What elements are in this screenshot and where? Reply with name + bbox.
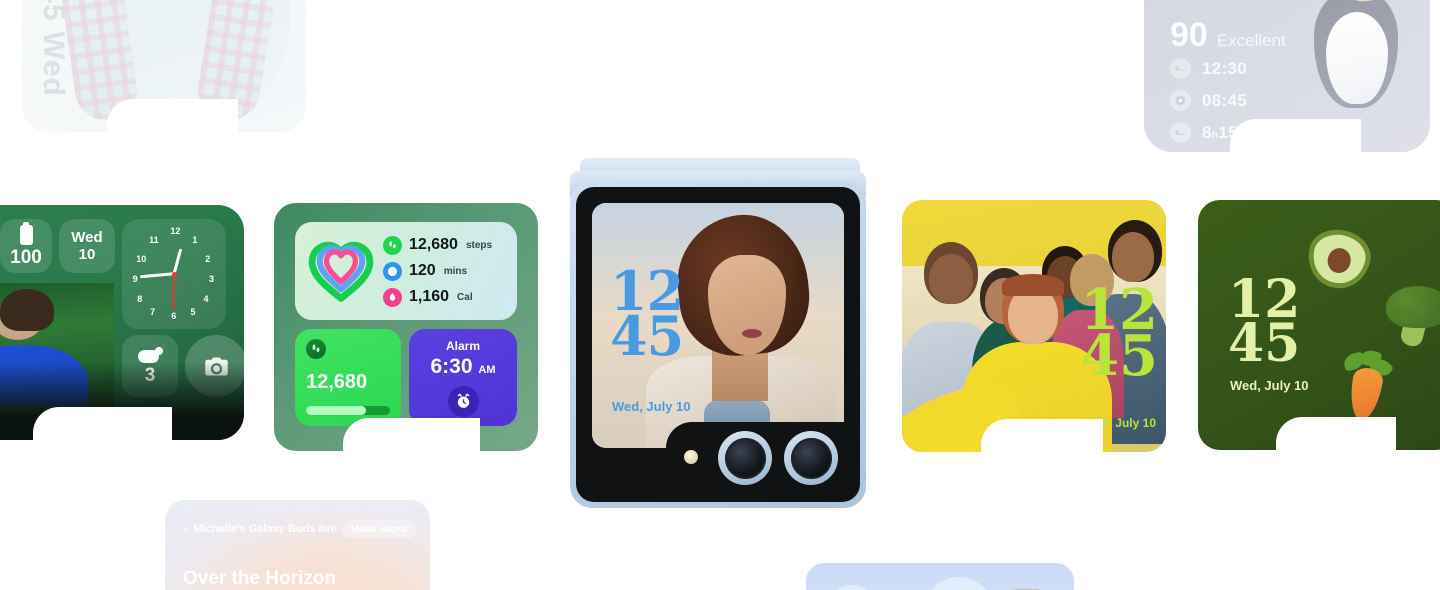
card-notch <box>342 418 480 451</box>
screenshot-stage: 12:45 Wed 90 Excellent 12:30 08:45 8h15 … <box>0 0 1440 590</box>
camera-module <box>666 422 852 494</box>
calories-unit: Cal <box>457 291 473 303</box>
steps-progress-bar <box>306 406 390 415</box>
carrot-icon <box>1332 346 1399 425</box>
veggie-clock: 12 45 <box>1228 274 1301 374</box>
steps-tile[interactable]: 12,680 <box>295 329 401 426</box>
group-selfie-card[interactable]: 12 45 Wed, July 10 <box>902 200 1166 452</box>
clock-minute-hand <box>140 272 175 279</box>
sleep-wakeup-value: 08:45 <box>1202 90 1247 110</box>
alarm-tile[interactable]: Alarm 6:30 AM <box>409 329 517 426</box>
analog-clock-tile[interactable]: 12 1 2 3 4 5 6 7 8 9 10 11 <box>122 219 226 329</box>
clock-hour-hand <box>172 248 183 275</box>
clock-second-hand <box>173 274 175 310</box>
sleep-score-value: 90 <box>1170 16 1208 54</box>
battery-value: 100 <box>10 246 42 268</box>
veggie-date: Wed, July 10 <box>1230 378 1309 393</box>
veggie-clock-minute: 45 <box>1228 312 1301 374</box>
green-dashboard-widget[interactable]: 100 Wed 10 12 1 2 3 4 5 6 7 8 9 10 11 <box>0 205 244 440</box>
penguin-illustration <box>1300 0 1412 120</box>
heart-rings-icon <box>303 233 379 309</box>
battery-tile[interactable]: 100 <box>0 219 52 273</box>
date-day: Wed <box>71 228 103 246</box>
camera-lens-2 <box>784 431 838 485</box>
bottom-preview-card[interactable] <box>806 563 1074 590</box>
alarm-clock-icon[interactable] <box>447 386 479 417</box>
selfie-clock-minute: 45 <box>1080 322 1158 389</box>
partly-cloudy-icon <box>137 346 163 363</box>
sleep-score-widget[interactable]: 90 Excellent 12:30 08:45 8h15m <box>1144 0 1430 152</box>
flash-led <box>684 450 698 464</box>
stat-calories: 1,160 Cal <box>383 287 492 307</box>
health-widget[interactable]: 12,680 steps 120 mins 1,160 Cal 12,680 A… <box>274 203 538 451</box>
sleep-score-row: 90 Excellent <box>1170 16 1286 55</box>
card-notch <box>1276 417 1396 450</box>
minutes-unit: mins <box>443 265 468 277</box>
stat-minutes: 120 mins <box>383 261 492 281</box>
phone-cover-panel: 12 45 Wed, July 10 <box>576 187 860 502</box>
battery-icon <box>19 221 33 245</box>
media-output-button[interactable]: Media output <box>342 520 416 538</box>
analog-clock: 12 1 2 3 4 5 6 7 8 9 10 11 <box>132 226 214 322</box>
card-notch <box>981 419 1103 452</box>
card-notch <box>1229 119 1362 152</box>
sleep-bedtime-value: 12:30 <box>1202 58 1247 78</box>
health-stats-list: 12,680 steps 120 mins 1,160 Cal <box>383 235 493 307</box>
sleep-metric-bedtime: 12:30 <box>1170 58 1247 79</box>
music-note-icon: ♪ <box>183 523 189 535</box>
card-notch <box>107 99 238 132</box>
alarm-title: Alarm <box>445 339 480 353</box>
vegetables-card[interactable]: 12 45 Wed, July 10 <box>1198 200 1440 450</box>
stat-steps: 12,680 steps <box>383 235 493 255</box>
sleep-metric-wakeup: 08:45 <box>1170 90 1247 111</box>
wakeup-icon <box>1170 90 1191 111</box>
minutes-value: 120 <box>409 262 436 279</box>
sleep-score-label: Excellent <box>1216 31 1286 50</box>
cover-clock: 12 45 <box>610 264 684 369</box>
cover-date: Wed, July 10 <box>612 399 691 414</box>
avocado-icon <box>1302 224 1376 294</box>
steps-shoe-icon <box>306 339 326 359</box>
calories-value: 1,160 <box>409 288 450 305</box>
media-source: ♪ Michelle's Galaxy Buds live <box>183 523 337 535</box>
camera-lens-1 <box>718 431 772 485</box>
sleep-duration-icon <box>1170 122 1191 143</box>
active-minutes-icon <box>383 261 402 281</box>
date-tile[interactable]: Wed 10 <box>59 219 115 273</box>
steps-unit: steps <box>465 239 493 251</box>
cover-clock-minute: 45 <box>610 304 684 369</box>
health-summary-panel[interactable]: 12,680 steps 120 mins 1,160 Cal <box>295 222 517 320</box>
galaxy-z-flip-device[interactable]: 12 45 Wed, July 10 <box>568 157 868 512</box>
media-source-label: Michelle's Galaxy Buds live <box>193 523 337 535</box>
lifestyle-time-label: 12:45 Wed <box>37 0 70 97</box>
media-source-row: ♪ Michelle's Galaxy Buds live Media outp… <box>183 520 416 538</box>
bedtime-icon <box>1170 58 1191 79</box>
media-track-title: Over the Horizon <box>183 568 337 589</box>
clock-center-pin <box>171 271 177 277</box>
cover-screen[interactable]: 12 45 Wed, July 10 <box>592 203 844 448</box>
card-notch <box>32 407 172 440</box>
steps-value: 12,680 <box>409 236 458 253</box>
lifestyle-photo-card[interactable]: 12:45 Wed <box>22 0 306 132</box>
broccoli-icon <box>1386 286 1440 349</box>
selfie-clock: 12 45 <box>1080 282 1158 389</box>
steps-tile-value: 12,680 <box>306 371 368 393</box>
calories-icon <box>383 287 402 307</box>
alarm-time: 6:30 AM <box>430 355 496 378</box>
steps-icon <box>383 235 402 255</box>
date-number: 10 <box>78 246 96 263</box>
media-player-widget[interactable]: ♪ Michelle's Galaxy Buds live Media outp… <box>165 500 430 590</box>
